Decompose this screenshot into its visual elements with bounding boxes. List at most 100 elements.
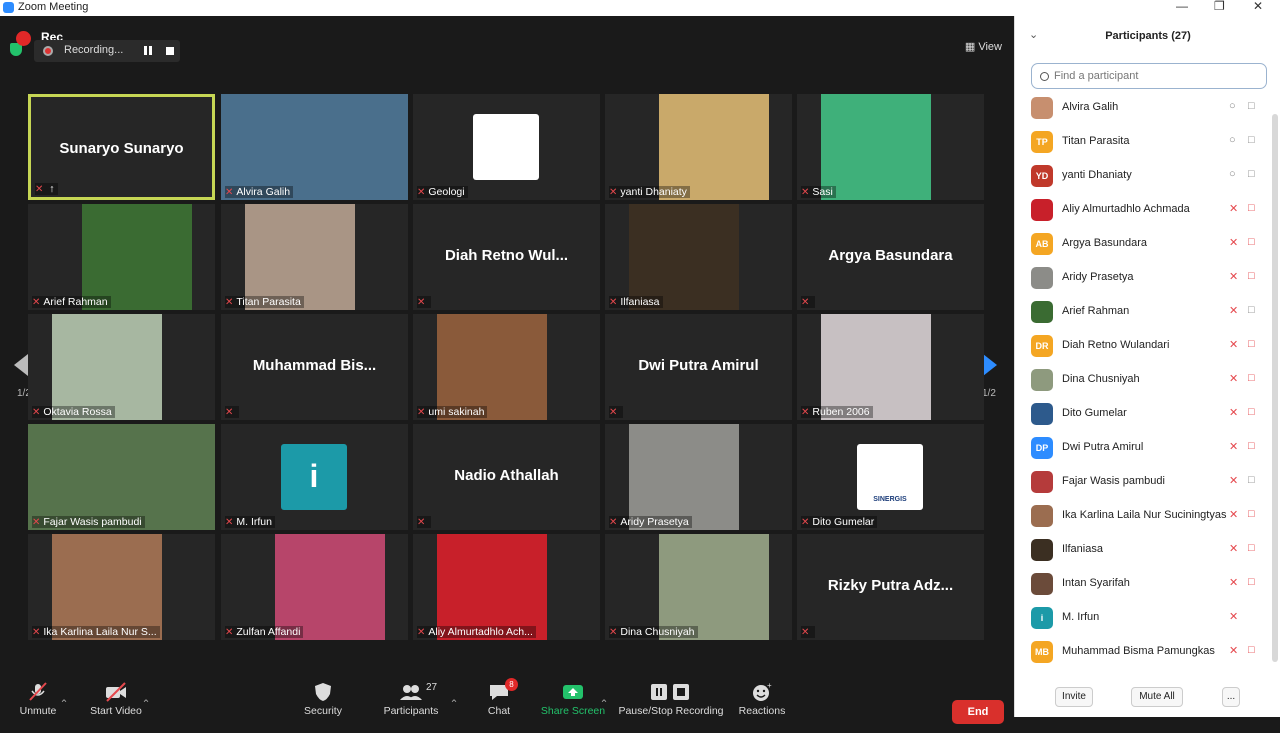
stop-recording-button[interactable]: [166, 47, 174, 55]
participant-row[interactable]: Intan Syarifah ✕ □: [1015, 567, 1267, 601]
invite-button[interactable]: Invite: [1055, 687, 1093, 707]
video-tile[interactable]: ✕ Sasi: [797, 94, 984, 200]
tile-name-label: ✕: [417, 296, 432, 308]
tile-name-label: ✕ Oktavia Rossa: [32, 406, 115, 418]
video-tile[interactable]: Sunaryo Sunaryo ✕ ↑: [28, 94, 215, 200]
share-options-chevron-icon[interactable]: ⌃: [596, 698, 612, 710]
participant-row[interactable]: Ika Karlina Laila Nur Suciningtyas ✕ □: [1015, 499, 1267, 533]
tile-name-label: ✕ yanti Dhaniaty: [609, 186, 690, 198]
maximize-icon[interactable]: ❐: [1214, 0, 1225, 13]
video-tile[interactable]: ✕ Oktavia Rossa: [28, 314, 215, 420]
chat-button[interactable]: 8 Chat: [480, 678, 518, 717]
video-tile[interactable]: Diah Retno Wul... ✕: [413, 204, 600, 310]
video-tile[interactable]: ✕ Ruben 2006: [797, 314, 984, 420]
tile-name-label: ✕: [225, 406, 240, 418]
participant-list-scrollbar[interactable]: [1272, 114, 1278, 662]
participant-row[interactable]: DP Dwi Putra Amirul ✕ □: [1015, 431, 1267, 465]
tile-name-label: ✕: [801, 296, 816, 308]
video-tile[interactable]: ✕ Titan Parasita: [221, 204, 408, 310]
camera-off-icon: □: [1248, 100, 1255, 112]
video-tile[interactable]: ✕ Arief Rahman: [28, 204, 215, 310]
muted-microphone-icon: ✕: [609, 187, 618, 198]
video-tile[interactable]: ✕ yanti Dhaniaty: [605, 94, 792, 200]
participant-row[interactable]: Ilfaniasa ✕ □: [1015, 533, 1267, 567]
video-tile[interactable]: ✕ Alvira Galih: [221, 94, 408, 200]
avatar: DR: [1031, 335, 1053, 357]
video-options-chevron-icon[interactable]: ⌃: [138, 698, 154, 710]
tile-name-text: umi sakinah: [428, 406, 485, 418]
search-placeholder: Find a participant: [1054, 70, 1139, 82]
participants-options-chevron-icon[interactable]: ⌃: [446, 698, 462, 710]
avatar: [1031, 539, 1053, 561]
participant-row[interactable]: Dina Chusniyah ✕ □: [1015, 363, 1267, 397]
share-screen-icon: [562, 682, 584, 702]
reactions-button[interactable]: + Reactions: [736, 681, 788, 717]
participant-name: Diah Retno Wulandari: [1062, 339, 1170, 351]
video-tile[interactable]: SINERGIS ✕ Dito Gumelar: [797, 424, 984, 530]
pause-recording-button[interactable]: [144, 46, 152, 55]
video-tile[interactable]: ✕ Ilfaniasa: [605, 204, 792, 310]
tile-display-name: Argya Basundara: [828, 247, 953, 264]
video-tile[interactable]: ✕ Geologi: [413, 94, 600, 200]
participant-row[interactable]: Arief Rahman ✕ □: [1015, 295, 1267, 329]
muted-microphone-icon: ✕: [609, 297, 618, 308]
video-tile[interactable]: Argya Basundara ✕: [797, 204, 984, 310]
video-tile[interactable]: i ✕ M. Irfun: [221, 424, 408, 530]
muted-microphone-icon: ✕: [1229, 407, 1239, 419]
participant-row[interactable]: Dito Gumelar ✕ □: [1015, 397, 1267, 431]
video-tile[interactable]: ✕ Dina Chusniyah: [605, 534, 792, 640]
participant-row[interactable]: Aridy Prasetya ✕ □: [1015, 261, 1267, 295]
tile-name-label: ✕ Dito Gumelar: [801, 516, 878, 528]
participant-video: [28, 424, 215, 530]
muted-microphone-icon: ✕: [801, 187, 810, 198]
video-tile[interactable]: Muhammad Bis... ✕: [221, 314, 408, 420]
end-meeting-button[interactable]: End: [952, 700, 1004, 724]
participant-row[interactable]: MB Muhammad Bisma Pamungkas ✕ □: [1015, 635, 1267, 669]
unmute-button[interactable]: Unmute: [14, 682, 62, 717]
video-tile[interactable]: ✕ Aliy Almurtadhlo Ach...: [413, 534, 600, 640]
tile-name-label: ✕ Dina Chusniyah: [609, 626, 698, 638]
avatar: [1031, 97, 1053, 119]
muted-microphone-icon: ✕: [801, 627, 810, 638]
tile-display-name: Diah Retno Wul...: [444, 247, 569, 264]
participant-row[interactable]: YD yanti Dhaniaty ○ □: [1015, 159, 1267, 193]
zoom-logo-icon: [3, 2, 14, 13]
participant-row[interactable]: TP Titan Parasita ○ □: [1015, 125, 1267, 159]
mute-all-button[interactable]: Mute All: [1131, 687, 1183, 707]
audio-options-chevron-icon[interactable]: ⌃: [56, 698, 72, 710]
participants-label: Participants: [383, 705, 439, 717]
view-button[interactable]: ▦ View: [965, 40, 1002, 53]
video-tile[interactable]: Dwi Putra Amirul ✕: [605, 314, 792, 420]
participant-name: yanti Dhaniaty: [1062, 169, 1132, 181]
tile-name-text: Aridy Prasetya: [620, 516, 689, 528]
participant-row[interactable]: Aliy Almurtadhlo Achmada ✕ □: [1015, 193, 1267, 227]
video-tile[interactable]: ✕ umi sakinah: [413, 314, 600, 420]
close-icon[interactable]: ✕: [1253, 0, 1263, 13]
video-tile[interactable]: ✕ Fajar Wasis pambudi: [28, 424, 215, 530]
participant-video: [629, 424, 739, 530]
recording-icon: [43, 46, 53, 56]
participant-row[interactable]: DR Diah Retno Wulandari ✕ □: [1015, 329, 1267, 363]
participant-row[interactable]: Fajar Wasis pambudi ✕ □: [1015, 465, 1267, 499]
video-tile[interactable]: Nadio Athallah ✕: [413, 424, 600, 530]
participant-video: [52, 314, 162, 420]
participant-search-input[interactable]: Find a participant: [1031, 63, 1267, 89]
security-button[interactable]: Security: [298, 682, 348, 717]
start-video-button[interactable]: Start Video: [86, 682, 146, 717]
participant-row[interactable]: Alvira Galih ○ □: [1015, 91, 1267, 125]
minimize-icon[interactable]: —: [1176, 0, 1188, 13]
video-tile[interactable]: ✕ Zulfan Affandi: [221, 534, 408, 640]
tile-name-label: ✕ Aridy Prasetya: [609, 516, 692, 528]
participant-row[interactable]: i M. Irfun ✕: [1015, 601, 1267, 635]
participants-count: 27: [426, 682, 438, 693]
more-options-button[interactable]: ...: [1222, 687, 1240, 707]
participant-row[interactable]: AB Argya Basundara ✕ □: [1015, 227, 1267, 261]
participants-button[interactable]: 27 Participants: [380, 682, 442, 717]
next-page-arrow-icon[interactable]: [983, 354, 997, 376]
pause-stop-recording-button[interactable]: Pause/Stop Recording: [618, 682, 724, 717]
video-tile[interactable]: ✕ Aridy Prasetya: [605, 424, 792, 530]
previous-page-arrow-icon[interactable]: [14, 354, 28, 376]
avatar: [1031, 267, 1053, 289]
video-tile[interactable]: ✕ Ika Karlina Laila Nur S...: [28, 534, 215, 640]
video-tile[interactable]: Rizky Putra Adz... ✕: [797, 534, 984, 640]
